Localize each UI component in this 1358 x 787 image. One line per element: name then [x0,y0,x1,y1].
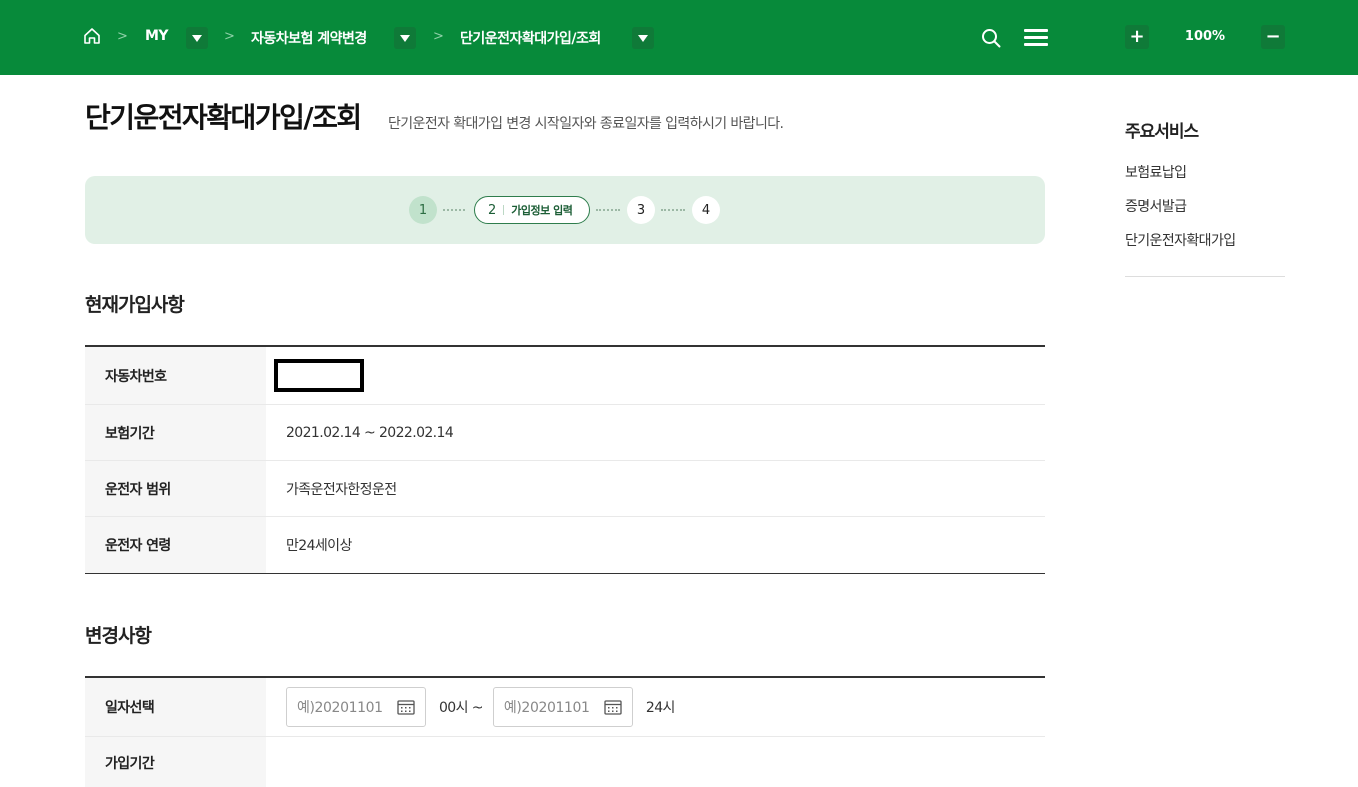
start-time-text: 00시 ~ [439,700,483,716]
breadcrumb-separator: > [224,29,235,44]
table-row: 운전자 연령 만24세이상 [85,517,1045,573]
breadcrumb-contract-change[interactable]: 자동차보험 계약변경 [251,28,367,48]
current-enrollment-title: 현재가입사항 [85,294,185,316]
home-icon[interactable] [82,26,102,46]
end-date-input[interactable]: 예)20201101 [492,687,633,727]
sidebar-title: 주요서비스 [1125,122,1199,142]
breadcrumb-current-page[interactable]: 단기운전자확대가입/조회 [460,28,601,48]
calendar-icon[interactable] [397,699,415,715]
breadcrumb-separator: > [117,29,128,44]
sidebar-item-certificate[interactable]: 증명서발급 [1125,196,1187,216]
step-4: 4 [692,196,720,224]
enrollment-period-label: 가입기간 [85,737,266,787]
zoom-in-button[interactable]: + [1125,25,1149,49]
step-connector [443,209,465,211]
insurance-period-label: 보험기간 [85,405,266,460]
step-connector [596,209,620,211]
step-connector [661,209,685,211]
driver-age-value: 만24세이상 [286,538,352,554]
driver-age-label: 운전자 연령 [85,517,266,573]
vehicle-number-value [266,347,1045,404]
table-row: 운전자 범위 가족운전자한정운전 [85,461,1045,517]
table-row: 자동차번호 [85,347,1045,405]
zoom-out-button[interactable]: − [1261,25,1285,49]
table-row: 일자선택 예)20201101 00시 ~ 예)20201101 24시 [85,678,1045,737]
vehicle-number-label: 자동차번호 [85,347,266,404]
sidebar-item-premium-payment[interactable]: 보험료납입 [1125,162,1187,182]
table-row: 가입기간 [85,737,1045,787]
sidebar-item-short-term-driver[interactable]: 단기운전자확대가입 [1125,230,1236,250]
changes-table: 일자선택 예)20201101 00시 ~ 예)20201101 24시 가입기… [85,676,1045,787]
step-1: 1 [409,196,437,224]
sidebar-divider [1125,276,1285,277]
enrollment-period-value [266,737,1045,787]
step-2-number: 2 [488,202,497,218]
calendar-icon[interactable] [604,699,622,715]
step-2-current: 2 가입정보 입력 [474,196,590,224]
redacted-box [274,359,364,392]
step-2-label: 가입정보 입력 [511,204,573,217]
start-date-input[interactable]: 예)20201101 [286,687,426,727]
table-row: 보험기간 2021.02.14 ~ 2022.02.14 [85,405,1045,461]
step-3: 3 [627,196,655,224]
breadcrumb-my[interactable]: MY [145,28,169,44]
search-icon[interactable] [980,27,1002,49]
breadcrumb-my-dropdown-button[interactable] [186,27,208,49]
zoom-level: 100% [1184,29,1226,44]
step-divider [503,205,505,215]
start-date-placeholder: 예)20201101 [297,700,383,716]
date-select-controls: 예)20201101 00시 ~ 예)20201101 24시 [266,678,1045,736]
changes-title: 변경사항 [85,625,152,647]
date-select-label: 일자선택 [85,678,266,736]
driver-scope-label: 운전자 범위 [85,461,266,516]
page-description: 단기운전자 확대가입 변경 시작일자와 종료일자를 입력하시기 바랍니다. [388,116,784,132]
end-time-text: 24시 [645,700,676,716]
breadcrumb-current-dropdown-button[interactable] [632,27,654,49]
current-enrollment-table: 자동차번호 보험기간 2021.02.14 ~ 2022.02.14 운전자 범… [85,345,1045,574]
driver-scope-value: 가족운전자한정운전 [286,481,397,498]
end-date-placeholder: 예)20201101 [503,700,590,716]
page-title: 단기운전자확대가입/조회 [85,101,362,134]
step-indicator: 1 2 가입정보 입력 3 4 [85,176,1045,244]
breadcrumb-separator: > [433,29,444,44]
breadcrumb-contract-change-dropdown-button[interactable] [394,27,416,49]
insurance-period-value: 2021.02.14 ~ 2022.02.14 [286,424,454,441]
menu-icon[interactable] [1024,29,1048,47]
top-navigation-bar: > MY > 자동차보험 계약변경 > 단기운전자확대가입/조회 + 100% … [0,0,1358,75]
